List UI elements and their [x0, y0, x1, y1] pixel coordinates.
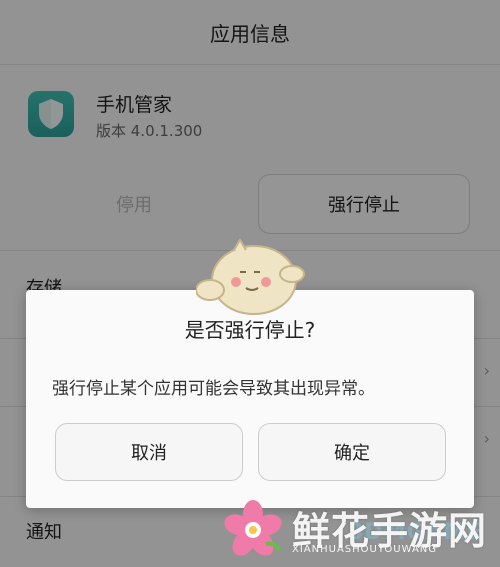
- dialog-message: 强行停止某个应用可能会导致其出现异常。: [52, 379, 375, 399]
- watermark-subtitle: XIANHUASHOUYOUWANG: [292, 544, 438, 555]
- force-stop-dialog: 是否强行停止? 强行停止某个应用可能会导致其出现异常。 取消 确定: [26, 290, 474, 508]
- confirm-button[interactable]: 确定: [258, 423, 446, 481]
- flower-logo-icon: [220, 500, 286, 562]
- cancel-button[interactable]: 取消: [55, 423, 243, 481]
- dialog-title: 是否强行停止?: [184, 318, 316, 342]
- mascot-watermark: [195, 238, 306, 318]
